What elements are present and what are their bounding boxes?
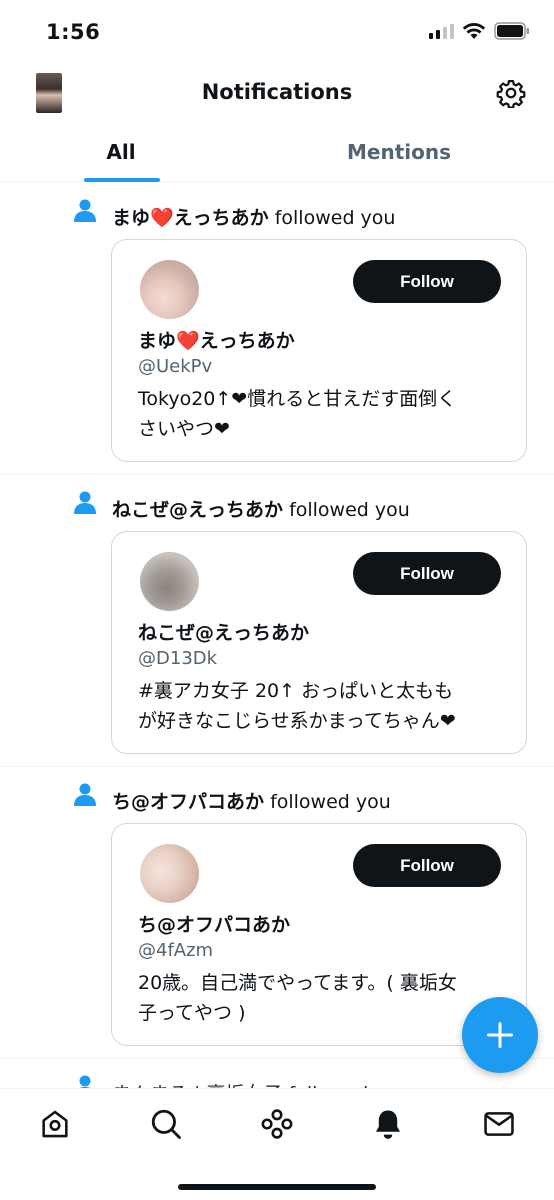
tab-mentions[interactable]: Mentions — [277, 124, 521, 182]
notification-action: followed you — [274, 207, 396, 229]
user-card[interactable]: Follow ねこぜ@えっちあか @D13Dk #裏アカ女子 20↑ おっぱいと… — [111, 531, 527, 754]
notification-action: followed you — [289, 499, 410, 521]
user-bio-line: #裏アカ女子 20↑ おっぱいと太もも — [138, 680, 454, 702]
page-title: Notifications — [201, 80, 353, 104]
home-icon[interactable] — [38, 1107, 72, 1141]
notification-text: まんまる | 裏垢女子 followed — [112, 1079, 368, 1088]
bottom-navigation — [0, 1088, 554, 1200]
user-avatar[interactable] — [140, 844, 199, 903]
wifi-icon — [462, 23, 486, 39]
search-icon[interactable] — [149, 1107, 183, 1141]
compose-plus-icon — [487, 1022, 513, 1048]
notification-text: まゆ❤️えっちあか followed you — [112, 203, 395, 230]
user-bio-line: Tokyo20↑❤慣れると甘えだす面倒く — [138, 388, 457, 410]
user-bio: Tokyo20↑❤慣れると甘えだす面倒く さいやつ❤ — [138, 384, 510, 444]
tab-mentions-label: Mentions — [346, 140, 451, 164]
messages-icon[interactable] — [482, 1107, 516, 1141]
person-follow-icon — [79, 1075, 91, 1088]
user-card[interactable]: Follow まゆ❤️えっちあか @UekPv Tokyo20↑❤慣れると甘えだ… — [111, 239, 527, 462]
tab-bar: All Mentions — [0, 124, 554, 182]
follower-name[interactable]: ち@オフパコあか — [112, 791, 264, 813]
header: Notifications — [0, 64, 554, 124]
status-bar: 1:56 — [0, 0, 554, 64]
status-time: 1:56 — [46, 20, 101, 44]
person-follow-icon — [74, 199, 96, 222]
notifications-feed[interactable]: まゆ❤️えっちあか followed you Follow まゆ❤️えっちあか … — [0, 183, 554, 1088]
tab-all[interactable]: All — [0, 124, 242, 182]
notification-action: followed you — [270, 791, 391, 813]
follow-button[interactable]: Follow — [353, 552, 501, 595]
communities-icon[interactable] — [260, 1107, 294, 1141]
user-handle: @4fAzm — [138, 940, 214, 961]
notifications-bell-icon[interactable] — [371, 1107, 405, 1141]
home-indicator — [178, 1184, 376, 1190]
notification-text: ち@オフパコあか followed you — [112, 787, 391, 814]
status-icons — [428, 22, 530, 40]
user-handle: @D13Dk — [138, 648, 218, 669]
user-bio-line: が好きなこじらせ系かまってちゃん❤ — [138, 710, 456, 732]
user-bio-line: 子ってやつ ) — [138, 1002, 246, 1024]
user-display-name[interactable]: ち@オフパコあか — [138, 910, 290, 937]
user-avatar[interactable] — [140, 260, 199, 319]
notification-text: ねこぜ@えっちあか followed you — [112, 495, 410, 522]
user-bio-line: さいやつ❤ — [138, 418, 230, 440]
cellular-signal-icon — [429, 24, 454, 39]
follower-name[interactable]: ねこぜ@えっちあか — [112, 499, 283, 521]
notification-item[interactable]: ねこぜ@えっちあか followed you Follow ねこぜ@えっちあか … — [0, 475, 554, 767]
follow-button[interactable]: Follow — [353, 844, 501, 887]
tab-all-label: All — [106, 140, 136, 164]
user-display-name[interactable]: ねこぜ@えっちあか — [138, 618, 309, 645]
user-card[interactable]: Follow ち@オフパコあか @4fAzm 20歳。自己満でやってます。( 裏… — [111, 823, 527, 1046]
user-bio: #裏アカ女子 20↑ おっぱいと太もも が好きなこじらせ系かまってちゃん❤ — [138, 676, 510, 736]
battery-icon — [494, 22, 529, 40]
user-display-name[interactable]: まゆ❤️えっちあか — [138, 326, 295, 353]
person-follow-icon — [74, 491, 96, 514]
person-follow-icon — [74, 783, 96, 806]
follower-name[interactable]: まゆ❤️えっちあか — [112, 207, 269, 229]
active-tab-indicator — [84, 178, 160, 182]
notification-item-partial[interactable]: まんまる | 裏垢女子 followed — [0, 1059, 554, 1088]
compose-button[interactable] — [462, 997, 538, 1073]
user-avatar[interactable] — [140, 552, 199, 611]
user-bio: 20歳。自己満でやってます。( 裏垢女 子ってやつ ) — [138, 968, 510, 1028]
notification-item[interactable]: まゆ❤️えっちあか followed you Follow まゆ❤️えっちあか … — [0, 183, 554, 475]
settings-gear-icon[interactable] — [496, 78, 526, 108]
follow-button[interactable]: Follow — [353, 260, 501, 303]
user-bio-line: 20歳。自己満でやってます。( 裏垢女 — [138, 972, 457, 994]
user-handle: @UekPv — [138, 356, 213, 377]
